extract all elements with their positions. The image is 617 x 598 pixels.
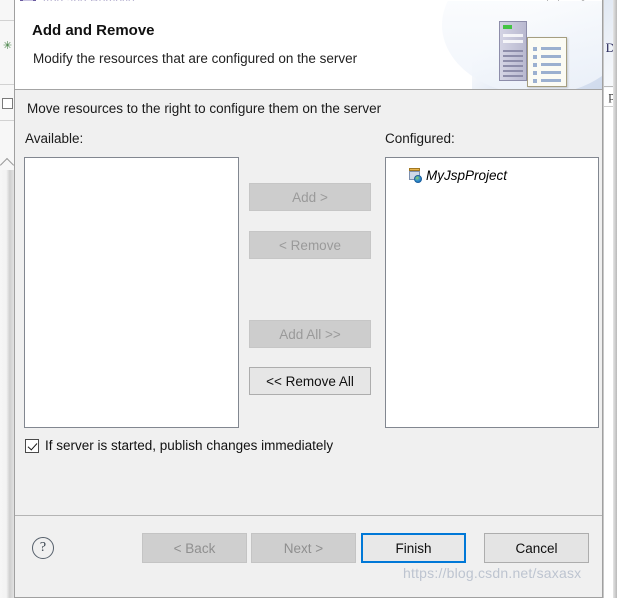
- project-jar-icon: [408, 168, 423, 183]
- ide-left-toolbar: [0, 0, 15, 170]
- dialog-body: Move resources to the right to configure…: [15, 90, 602, 518]
- list-item[interactable]: MyJspProject: [386, 165, 598, 185]
- list-item-label: MyJspProject: [426, 167, 508, 183]
- divider: [0, 84, 14, 85]
- page-description: Modify the resources that are configured…: [33, 51, 358, 66]
- ide-right-edge: [613, 0, 617, 598]
- configured-listbox[interactable]: MyJspProject: [385, 157, 599, 428]
- add-button[interactable]: Add >: [249, 183, 371, 211]
- instruction-text: Move resources to the right to configure…: [27, 101, 382, 116]
- document-icon: [527, 37, 567, 87]
- next-button[interactable]: Next >: [251, 533, 356, 563]
- ide-background-left-strip: ✳: [0, 0, 15, 598]
- add-all-button[interactable]: Add All >>: [249, 320, 371, 348]
- add-and-remove-dialog: Add and Remove... ✕: [14, 0, 603, 598]
- finish-button[interactable]: Finish: [361, 533, 466, 563]
- window-rect-icon: [2, 98, 13, 109]
- available-listbox[interactable]: [24, 157, 239, 428]
- publish-immediately-checkbox-row[interactable]: If server is started, publish changes im…: [25, 438, 333, 453]
- dialog-header: Add and Remove Modify the resources that…: [15, 1, 602, 90]
- remove-button[interactable]: < Remove: [249, 231, 371, 259]
- divider: [0, 120, 14, 121]
- watermark-text: https://blog.csdn.net/saxasx: [403, 565, 582, 581]
- available-label: Available:: [25, 131, 84, 146]
- configured-label: Configured:: [385, 131, 455, 146]
- help-icon[interactable]: ?: [32, 537, 54, 559]
- divider: [0, 20, 14, 21]
- cancel-button[interactable]: Cancel: [484, 533, 589, 563]
- bug-icon: ✳: [2, 40, 13, 52]
- divider: [603, 0, 604, 598]
- remove-all-button[interactable]: << Remove All: [249, 367, 371, 395]
- publish-immediately-checkbox[interactable]: [25, 438, 39, 453]
- back-button[interactable]: < Back: [142, 533, 247, 563]
- screenshot-root: ✳ D p Add and Remove... ✕: [0, 0, 617, 598]
- publish-immediately-label: If server is started, publish changes im…: [45, 438, 334, 453]
- dialog-footer: ? < Back Next > Finish Cancel https://bl…: [15, 515, 602, 597]
- page-title: Add and Remove: [32, 22, 155, 39]
- server-tower-icon: [499, 21, 527, 81]
- header-artwork: [442, 1, 602, 89]
